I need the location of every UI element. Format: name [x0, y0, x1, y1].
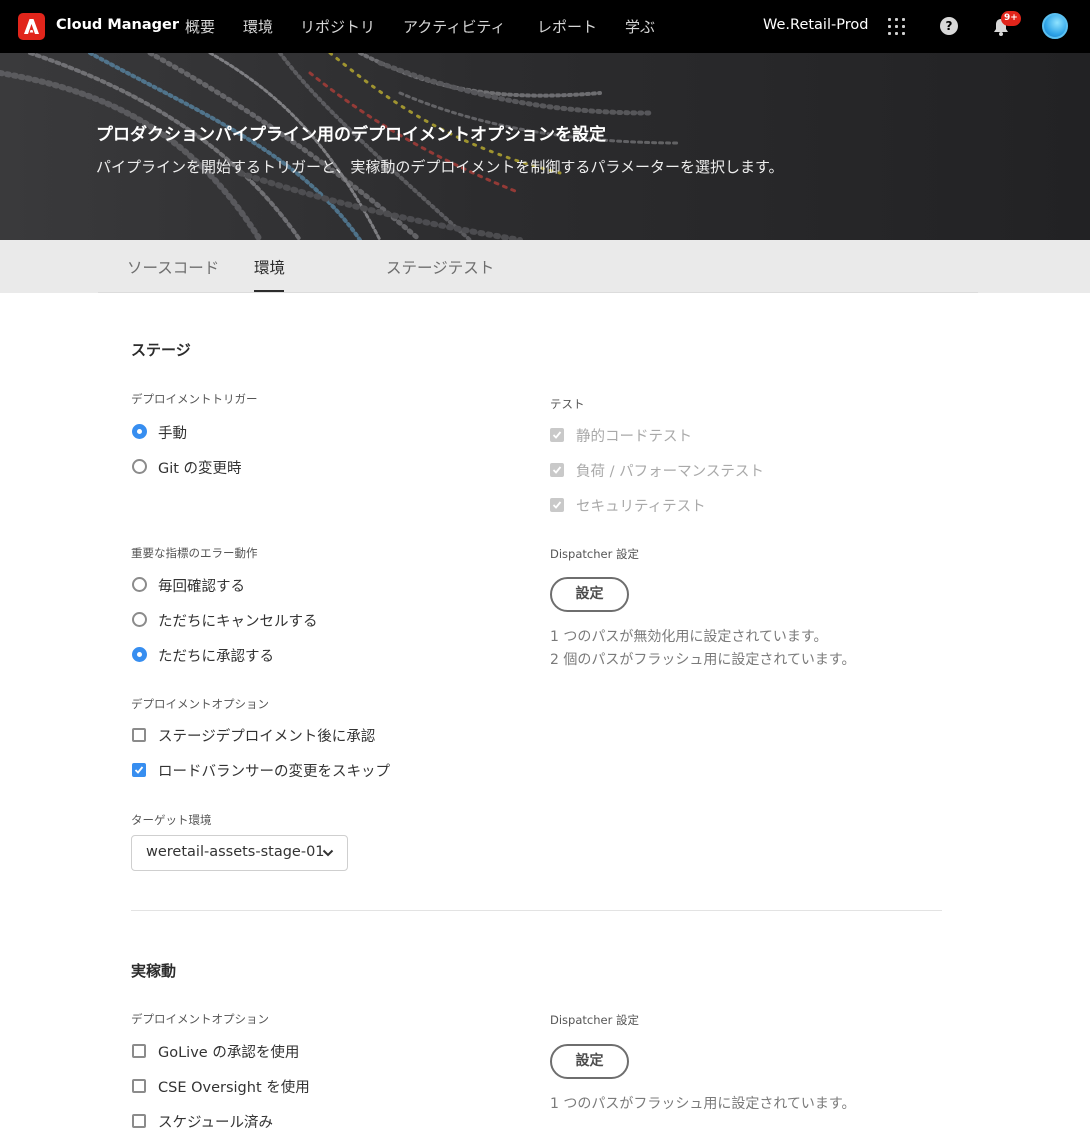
- target-env-select[interactable]: weretail-assets-stage-01: [131, 835, 348, 871]
- metrics-ask-radio[interactable]: [132, 577, 147, 592]
- app-title[interactable]: Cloud Manager: [56, 17, 179, 33]
- tab-bar: ソースコード 環境 ステージテスト: [0, 240, 1090, 293]
- avatar[interactable]: [1042, 13, 1068, 39]
- metrics-error-label: 重要な指標のエラー動作: [131, 546, 258, 560]
- nav-activity[interactable]: アクティビティ: [403, 16, 505, 37]
- nav-repositories[interactable]: リポジトリ: [300, 16, 375, 37]
- golive-approval-checkbox[interactable]: [132, 1044, 146, 1058]
- tab-stage-testing[interactable]: ステージテスト: [386, 256, 494, 278]
- trigger-manual-label[interactable]: 手動: [158, 422, 187, 443]
- scheduled-label[interactable]: スケジュール済み: [158, 1111, 273, 1132]
- metrics-cancel-label[interactable]: ただちにキャンセルする: [158, 610, 318, 631]
- hero-banner: プロダクションパイプライン用のデプロイメントオプションを設定 パイプラインを開始…: [0, 53, 1090, 240]
- notification-badge: 9+: [1001, 11, 1021, 26]
- scheduled-checkbox[interactable]: [132, 1114, 146, 1128]
- static-code-test-checkbox: [550, 428, 564, 442]
- trigger-git-label[interactable]: Git の変更時: [158, 457, 242, 478]
- page-subtitle: パイプラインを開始するトリガーと、実稼動のデプロイメントを制御するパラメーターを…: [96, 158, 784, 176]
- metrics-approve-radio[interactable]: [132, 647, 147, 662]
- performance-test-checkbox: [550, 463, 564, 477]
- skip-load-balancer-checkbox[interactable]: [132, 763, 146, 777]
- production-section-title: 実稼動: [131, 962, 177, 980]
- stage-dispatcher-configure-button[interactable]: 設定: [550, 577, 629, 612]
- prod-dispatcher-label: Dispatcher 設定: [550, 1013, 639, 1027]
- tab-source-code[interactable]: ソースコード: [127, 256, 219, 278]
- metrics-cancel-radio[interactable]: [132, 612, 147, 627]
- skip-load-balancer-label[interactable]: ロードバランサーの変更をスキップ: [158, 760, 390, 781]
- metrics-ask-label[interactable]: 毎回確認する: [158, 575, 245, 596]
- section-divider: [131, 910, 942, 911]
- golive-approval-label[interactable]: GoLive の承認を使用: [158, 1041, 299, 1062]
- prod-deploy-options-label: デプロイメントオプション: [131, 1012, 269, 1026]
- target-env-label: ターゲット環境: [131, 813, 212, 827]
- nav-learn[interactable]: 学ぶ: [625, 16, 655, 37]
- tab-environments[interactable]: 環境: [254, 256, 285, 278]
- nav-environments[interactable]: 環境: [243, 16, 273, 37]
- app-switcher-icon[interactable]: [888, 18, 905, 35]
- nav-overview[interactable]: 概要: [185, 16, 215, 37]
- tests-label: テスト: [550, 397, 585, 411]
- stage-section-title: ステージ: [131, 341, 191, 359]
- stage-dispatcher-info-flush: 2 個のパスがフラッシュ用に設定されています。: [550, 652, 856, 668]
- approve-after-stage-label[interactable]: ステージデプロイメント後に承認: [158, 725, 375, 746]
- org-switcher[interactable]: We.Retail-Prod: [763, 17, 868, 33]
- cse-oversight-label[interactable]: CSE Oversight を使用: [158, 1076, 310, 1097]
- cse-oversight-checkbox[interactable]: [132, 1079, 146, 1093]
- chevron-down-icon: [322, 849, 334, 857]
- static-code-test-label: 静的コードテスト: [576, 429, 692, 445]
- top-nav: Cloud Manager 概要 環境 リポジトリ アクティビティ レポート 学…: [0, 0, 1090, 53]
- page-title: プロダクションパイプライン用のデプロイメントオプションを設定: [96, 125, 606, 145]
- target-env-value: weretail-assets-stage-01: [146, 844, 325, 860]
- nav-reports[interactable]: レポート: [537, 16, 597, 37]
- prod-dispatcher-configure-button[interactable]: 設定: [550, 1044, 629, 1079]
- metrics-approve-label[interactable]: ただちに承認する: [158, 645, 274, 666]
- stage-dispatcher-info-invalidate: 1 つのパスが無効化用に設定されています。: [550, 629, 828, 645]
- help-icon[interactable]: ?: [940, 17, 958, 35]
- security-test-label: セキュリティテスト: [576, 499, 706, 515]
- deployment-trigger-label: デプロイメントトリガー: [131, 392, 258, 406]
- trigger-git-radio[interactable]: [132, 459, 147, 474]
- stage-dispatcher-label: Dispatcher 設定: [550, 547, 639, 561]
- approve-after-stage-checkbox[interactable]: [132, 728, 146, 742]
- hero-background-image: [0, 53, 1090, 240]
- adobe-logo-icon[interactable]: [18, 13, 45, 40]
- trigger-manual-radio[interactable]: [132, 424, 147, 439]
- stage-deploy-options-label: デプロイメントオプション: [131, 697, 269, 711]
- security-test-checkbox: [550, 498, 564, 512]
- tab-list: ソースコード 環境 ステージテスト: [98, 240, 978, 293]
- prod-dispatcher-info-flush: 1 つのパスがフラッシュ用に設定されています。: [550, 1096, 856, 1112]
- active-tab-indicator: [254, 290, 284, 292]
- performance-test-label: 負荷 / パフォーマンステスト: [576, 464, 764, 480]
